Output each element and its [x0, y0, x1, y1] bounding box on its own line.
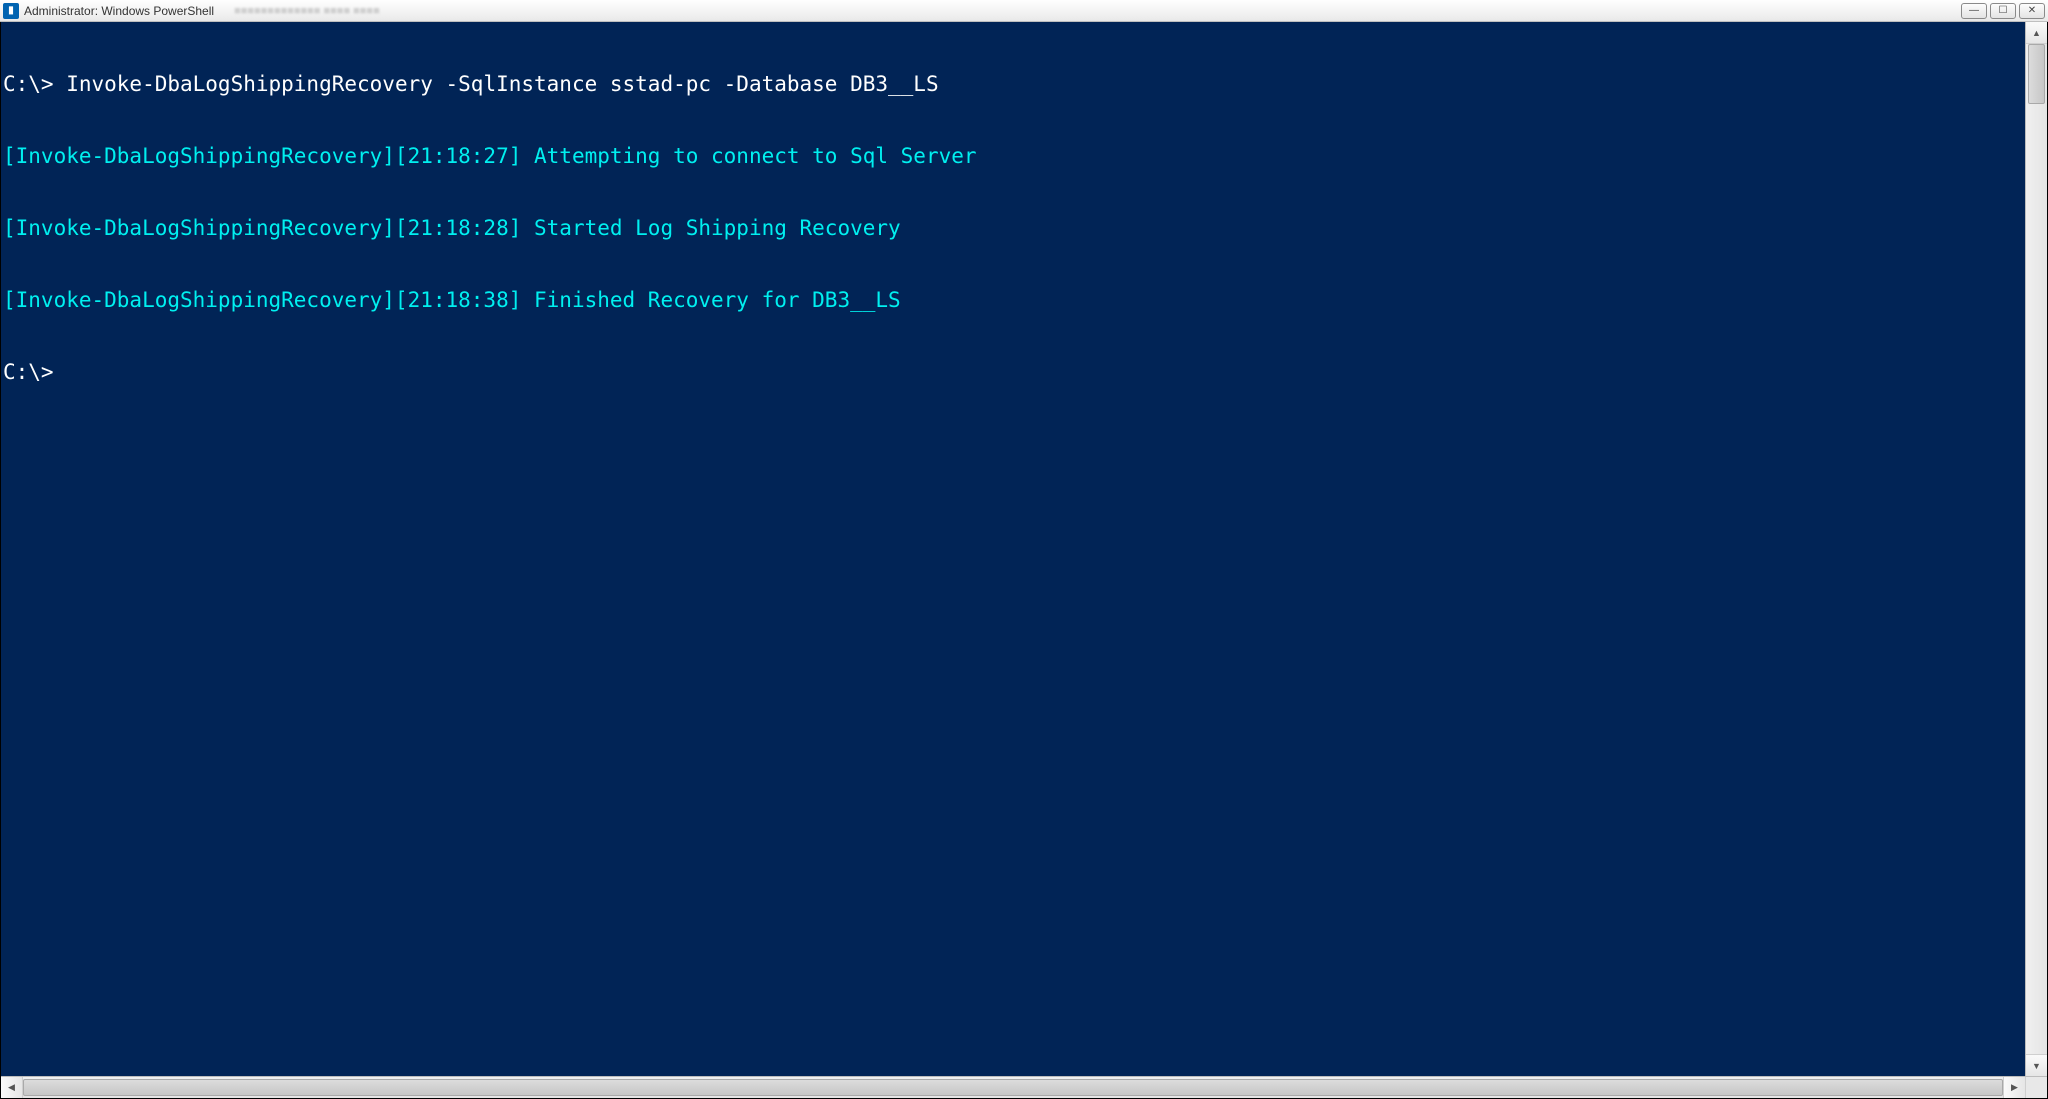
window-subtitle-blurred: ■■■■■■■■■■■■■ ■■■■ ■■■■: [234, 5, 380, 17]
minimize-button[interactable]: —: [1961, 3, 1987, 19]
vertical-scroll-thumb[interactable]: [2028, 44, 2045, 104]
horizontal-scroll-track[interactable]: [23, 1077, 2003, 1098]
horizontal-scrollbar[interactable]: ◀ ▶: [1, 1076, 2047, 1098]
horizontal-scroll-thumb[interactable]: [23, 1079, 2003, 1096]
scroll-corner: [2025, 1077, 2047, 1098]
close-button[interactable]: ✕: [2019, 3, 2045, 19]
scroll-right-icon[interactable]: ▶: [2003, 1077, 2025, 1098]
console-area[interactable]: C:\> Invoke-DbaLogShippingRecovery -SqlI…: [1, 22, 2025, 1076]
console-output-line: [Invoke-DbaLogShippingRecovery][21:18:38…: [3, 288, 2023, 312]
scroll-down-icon[interactable]: ▼: [2026, 1054, 2047, 1076]
scroll-left-icon[interactable]: ◀: [1, 1077, 23, 1098]
terminal-body: C:\> Invoke-DbaLogShippingRecovery -SqlI…: [1, 22, 2047, 1076]
terminal-frame: C:\> Invoke-DbaLogShippingRecovery -SqlI…: [0, 22, 2048, 1099]
maximize-button[interactable]: ☐: [1990, 3, 2016, 19]
vertical-scroll-track[interactable]: [2026, 44, 2047, 1054]
console-prompt: C:\>: [3, 360, 2023, 384]
vertical-scrollbar[interactable]: ▲ ▼: [2025, 22, 2047, 1076]
scroll-up-icon[interactable]: ▲: [2026, 22, 2047, 44]
console-output-line: [Invoke-DbaLogShippingRecovery][21:18:27…: [3, 144, 2023, 168]
console-output-line: [Invoke-DbaLogShippingRecovery][21:18:28…: [3, 216, 2023, 240]
console-command: Invoke-DbaLogShippingRecovery -SqlInstan…: [66, 72, 938, 96]
window-titlebar: ▮ Administrator: Windows PowerShell ■■■■…: [0, 0, 2048, 22]
window-title: Administrator: Windows PowerShell: [24, 4, 214, 18]
powershell-icon: ▮: [3, 3, 19, 19]
console-prompt: C:\>: [3, 72, 66, 96]
